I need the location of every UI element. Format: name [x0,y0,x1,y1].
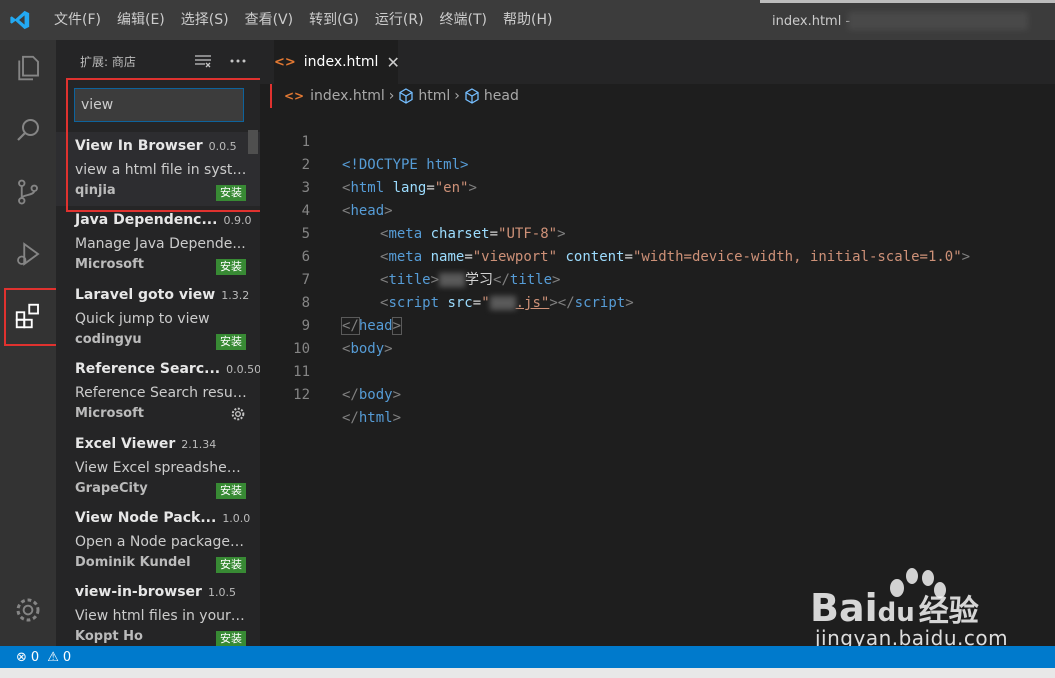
manage-button[interactable] [0,582,56,638]
install-button[interactable]: 安装 [216,556,246,573]
breadcrumb-html[interactable]: html [418,88,450,104]
search-icon [17,119,39,141]
extension-description: Quick jump to view [75,310,210,327]
menu-terminal[interactable]: 终端(T) [432,0,495,40]
extension-item[interactable]: view-in-browser 1.0.5 View html files in … [56,578,260,646]
element-cube-icon [399,88,414,104]
code-line: 9 <body> [260,292,1055,357]
code-line: 8 </head> [260,269,1055,335]
filter-list-icon[interactable] [194,54,212,68]
html-file-icon: <> [274,54,296,70]
vscode-logo-icon [0,0,40,40]
install-button[interactable]: 安装 [216,259,246,276]
source-control-button[interactable] [0,164,56,220]
html-file-icon: <> [284,89,305,103]
code-line: 5 <meta name="viewport" content="width=d… [260,200,1055,265]
breadcrumb-file[interactable]: index.html [310,88,385,104]
extension-publisher: codingyu [75,331,142,347]
extension-version: 1.3.2 [221,288,250,302]
search-button[interactable] [0,102,56,158]
extension-description: Manage Java Depende... [75,236,246,253]
extension-item[interactable]: Laravel goto view 1.3.2 Quick jump to vie… [56,281,260,355]
breadcrumb: <> index.html › html › head [284,84,519,108]
blurred-area [848,12,1028,30]
extension-version: 2.1.34 [181,437,217,451]
extension-item[interactable]: Reference Searc... 0.0.50 Reference Searc… [56,355,260,429]
manage-extension-gear-icon[interactable] [230,406,246,422]
extension-name: Laravel goto view [75,286,216,303]
source-control-icon [18,179,38,205]
menu-bar: 文件(F) 编辑(E) 选择(S) 查看(V) 转到(G) 运行(R) 终端(T… [46,0,560,40]
extension-name: Reference Searc... [75,361,221,378]
extension-item[interactable]: Excel Viewer 2.1.34 View Excel spreadshee… [56,430,260,504]
extension-name: View Node Pack... [75,509,217,526]
extension-name: Java Dependenc... [75,212,218,229]
editor-tabs: <> index.html ✕ [260,40,1055,84]
run-debug-icon [17,242,40,266]
problems-indicator[interactable]: ⊗ 0 ⚠ 0 [16,650,71,665]
extension-name: Excel Viewer [75,435,176,452]
menu-view[interactable]: 查看(V) [237,0,302,40]
extension-item[interactable]: View Node Pack... 1.0.0 Open a Node packa… [56,504,260,578]
extension-description: Reference Search resul... [75,385,247,402]
gear-icon [16,598,40,622]
code-line: 4 <meta charset="UTF-8"> [260,177,1055,242]
explorer-button[interactable] [0,40,56,96]
warning-icon: ⚠ [47,649,59,665]
chevron-right-icon: › [388,88,395,104]
chevron-right-icon: › [454,88,460,104]
extension-version: 0.0.50 [226,363,260,377]
files-icon [18,55,39,81]
extension-version: 1.0.0 [222,511,251,525]
code-line: 2 <html lang="en"> [260,131,1055,196]
menu-edit[interactable]: 编辑(E) [109,0,173,40]
menu-run[interactable]: 运行(R) [367,0,432,40]
extension-publisher: Dominik Kundel [75,554,191,570]
code-line: 12 </html> [260,361,1055,426]
extension-publisher: Microsoft [75,257,144,273]
code-line: 11 </body> [260,338,1055,403]
extension-publisher: Koppt Ho [75,629,143,645]
line-number: 12 [293,387,310,403]
menu-help[interactable]: 帮助(H) [495,0,560,40]
title-bar: 文件(F) 编辑(E) 选择(S) 查看(V) 转到(G) 运行(R) 终端(T… [0,0,1055,40]
breadcrumb-head[interactable]: head [484,88,519,104]
highlight-box-search [66,78,272,212]
extension-version: 1.0.5 [207,586,236,600]
menu-selection[interactable]: 选择(S) [173,0,237,40]
sidebar-title: 扩展: 商店 [80,54,136,69]
error-icon: ⊗ [16,649,27,665]
extension-item[interactable]: Java Dependenc... 0.9.0 Manage Java Depen… [56,206,260,280]
status-bar: ⊗ 0 ⚠ 0 [0,646,1055,668]
extension-name: view-in-browser [75,584,202,601]
install-button[interactable]: 安装 [216,631,246,646]
run-debug-button[interactable] [0,226,56,282]
extension-publisher: Microsoft [75,406,144,422]
code-line: 10 [260,315,1055,357]
tab-label: index.html [303,54,379,70]
extension-description: View html files in your ... [75,608,247,625]
element-cube-icon [465,88,479,104]
menu-file[interactable]: 文件(F) [46,0,109,40]
install-button[interactable]: 安装 [216,482,246,499]
extension-version: 0.9.0 [223,214,252,228]
sidebar-header: 扩展: 商店 [56,40,260,82]
extension-description: Open a Node package ... [75,533,247,550]
extension-publisher: GrapeCity [75,480,148,496]
window-title: index.html - [772,14,851,29]
install-button[interactable]: 安装 [216,333,246,350]
menu-go[interactable]: 转到(G) [301,0,367,40]
watermark-brand: Baidu 经验 [810,586,979,630]
error-count: 0 [30,649,40,665]
extension-description: View Excel spreadsheet... [75,459,247,476]
tab-index-html[interactable]: <> index.html ✕ [274,40,400,84]
warning-count: 0 [62,649,72,665]
code-line: 3 <head> [260,154,1055,219]
code-line: 7 <script src=" .js"></script> [260,246,1055,311]
more-actions-icon[interactable] [230,58,246,64]
code-line: 6 <title> 学习</title> [260,223,1055,288]
code-line: 1 <!DOCTYPE html> [260,108,1055,173]
close-icon[interactable]: ✕ [386,53,399,72]
bottom-border [0,668,1055,678]
